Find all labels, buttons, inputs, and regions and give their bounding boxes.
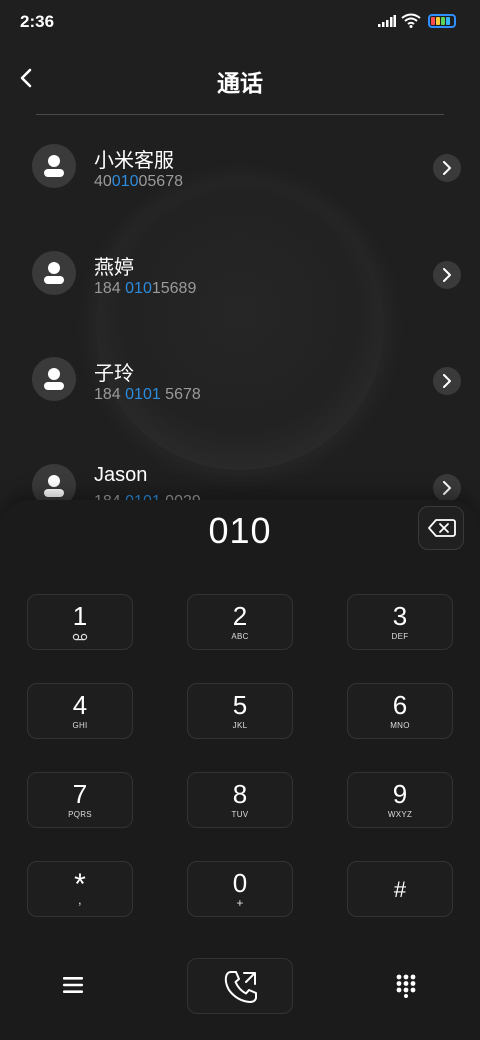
key-2[interactable]: 2 ABC bbox=[187, 594, 293, 650]
status-bar: 2:36 bbox=[0, 0, 480, 44]
dialed-number: 010 bbox=[208, 510, 272, 551]
key-9[interactable]: 9 WXYZ bbox=[347, 772, 453, 828]
phone-icon bbox=[224, 971, 257, 1003]
key-8[interactable]: 8 TUV bbox=[187, 772, 293, 828]
page-title: 通话 bbox=[217, 70, 263, 96]
contact-detail-button[interactable] bbox=[433, 154, 461, 182]
contact-number: 4001005678 bbox=[94, 173, 183, 190]
chevron-right-icon bbox=[443, 481, 451, 495]
contact-row[interactable]: 子玲 184 0101 5678 bbox=[0, 343, 480, 423]
dialpad-panel: 010 1 2 ABC 3 DEF 4 GHI 5 JKL 6 MNO 7 PQ… bbox=[0, 500, 480, 1040]
contact-detail-button[interactable] bbox=[433, 474, 461, 502]
person-icon bbox=[44, 475, 64, 497]
battery-icon bbox=[428, 14, 456, 28]
key-hash[interactable]: # bbox=[347, 861, 453, 917]
contact-name: 小米客服 bbox=[94, 150, 174, 172]
key-0[interactable]: 0 + bbox=[187, 861, 293, 917]
avatar bbox=[32, 251, 76, 295]
contact-name: 子玲 bbox=[94, 363, 134, 385]
status-time: 2:36 bbox=[20, 12, 55, 31]
contact-number: 184 01015689 bbox=[94, 280, 197, 297]
key-1[interactable]: 1 bbox=[27, 594, 133, 650]
chevron-right-icon bbox=[443, 374, 451, 388]
key-4[interactable]: 4 GHI bbox=[27, 683, 133, 739]
header: 通话 bbox=[0, 50, 480, 114]
voicemail-icon bbox=[72, 633, 88, 641]
keypad-icon[interactable] bbox=[396, 974, 416, 998]
key-star[interactable]: * , bbox=[27, 861, 133, 917]
backspace-icon bbox=[428, 519, 456, 537]
call-button[interactable] bbox=[187, 958, 293, 1014]
person-icon bbox=[44, 262, 64, 284]
avatar bbox=[32, 357, 76, 401]
wifi-icon bbox=[401, 13, 421, 28]
key-3[interactable]: 3 DEF bbox=[347, 594, 453, 650]
contact-name: 燕婷 bbox=[94, 257, 134, 279]
key-5[interactable]: 5 JKL bbox=[187, 683, 293, 739]
contact-row[interactable]: 小米客服 4001005678 bbox=[0, 130, 480, 210]
person-icon bbox=[44, 368, 64, 390]
delete-button[interactable] bbox=[418, 506, 464, 550]
contact-number: 184 0101 5678 bbox=[94, 386, 201, 403]
signal-icon bbox=[378, 15, 396, 27]
chevron-right-icon bbox=[443, 268, 451, 282]
contact-name: Jason bbox=[94, 464, 148, 486]
header-divider bbox=[36, 114, 444, 115]
key-7[interactable]: 7 PQRS bbox=[27, 772, 133, 828]
avatar bbox=[32, 144, 76, 188]
decorative-sphere bbox=[96, 182, 384, 470]
menu-icon[interactable] bbox=[62, 976, 84, 994]
contact-detail-button[interactable] bbox=[433, 367, 461, 395]
contact-detail-button[interactable] bbox=[433, 261, 461, 289]
chevron-right-icon bbox=[443, 161, 451, 175]
key-6[interactable]: 6 MNO bbox=[347, 683, 453, 739]
contact-row[interactable]: 燕婷 184 01015689 bbox=[0, 237, 480, 317]
person-icon bbox=[44, 155, 64, 177]
